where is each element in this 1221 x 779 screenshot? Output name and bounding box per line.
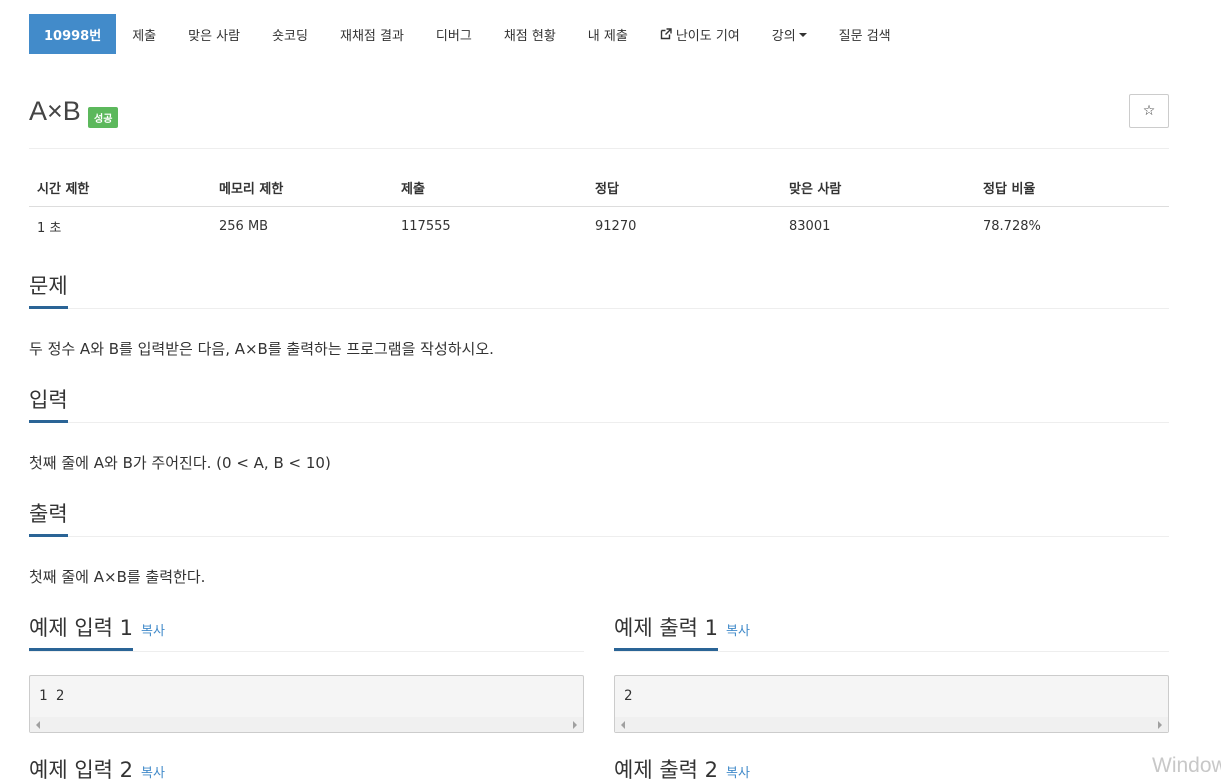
nav-label: 난이도 기여 [675,28,740,44]
sample-output-1-box: 2 [614,675,1169,733]
nav-label: 질문 검색 [838,28,891,44]
scroll-left-icon[interactable] [36,721,40,729]
table-row: 1 초 256 MB 117555 91270 83001 78.728% [29,207,1169,247]
nav-label: 디버그 [435,28,472,44]
section-divider [29,422,1169,423]
section-heading: 예제 입력 2 [29,754,133,779]
input-section: 입력 [29,384,1169,423]
output-section: 출력 [29,498,1169,537]
section-heading: 문제 [29,270,68,309]
header-solved-users: 맞은 사람 [781,172,975,207]
scroll-right-icon[interactable] [1158,721,1162,729]
header-memory-limit: 메모리 제한 [211,172,393,207]
status-badge: 성공 [88,107,119,128]
table-header-row: 시간 제한 메모리 제한 제출 정답 맞은 사람 정답 비율 [29,172,1169,207]
title-divider [29,148,1169,149]
section-divider [614,651,1169,652]
caret-down-icon [798,33,807,37]
submissions-value: 117555 [401,219,451,234]
nav-rejudge-results[interactable]: 재채점 결과 [324,14,420,54]
scroll-left-icon[interactable] [621,721,625,729]
section-heading: 입력 [29,384,68,423]
nav-my-submissions[interactable]: 내 제출 [572,14,644,54]
problem-description-text: 두 정수 A와 B를 입력받은 다음, A×B를 출력하는 프로그램을 작성하시… [29,340,494,358]
page-title: A×B [29,96,81,126]
scroll-right-icon[interactable] [573,721,577,729]
problem-header: A×B 성공 ☆ [29,94,1169,146]
nav-debug[interactable]: 디버그 [420,14,488,54]
horizontal-scrollbar[interactable] [30,717,583,732]
sample-input-1-value: 1 2 [39,688,65,704]
problem-description-section: 문제 [29,270,1169,309]
accept-ratio-value: 78.728% [983,219,1041,234]
nav-problem-number[interactable]: 10998번 [29,14,117,54]
copy-sample-output-1-link[interactable]: 복사 [726,624,750,639]
time-limit-value: 1 초 [37,221,62,236]
nav-label: 숏코딩 [272,28,308,44]
nav-label: 채점 현황 [503,28,556,44]
sample-output-1-value: 2 [624,688,633,704]
nav-label: 맞은 사람 [188,28,241,44]
section-heading: 출력 [29,498,68,537]
nav-label: 제출 [132,28,157,44]
nav-label: 재채점 결과 [339,28,404,44]
problem-info-table: 시간 제한 메모리 제한 제출 정답 맞은 사람 정답 비율 1 초 256 M… [29,172,1169,246]
sample-input-2-header: 예제 입력 2 복사 [29,754,584,779]
input-description-text: 첫째 줄에 A와 B가 주어진다. (0 < A, B < 10) [29,454,331,472]
external-link-icon [660,28,672,40]
windows-activation-watermark: Window [1152,754,1221,777]
nav-label: 내 제출 [587,28,628,44]
copy-sample-output-2-link[interactable]: 복사 [726,766,750,779]
nav-short-coding[interactable]: 숏코딩 [256,14,324,54]
header-accepted: 정답 [587,172,781,207]
nav-lectures-dropdown[interactable]: 강의 [756,14,823,54]
nav-solved-users[interactable]: 맞은 사람 [172,14,256,54]
favorite-star-button[interactable]: ☆ [1129,94,1169,128]
sample-input-1-box: 1 2 [29,675,584,733]
nav-submit[interactable]: 제출 [116,14,172,54]
nav-label: 10998번 [44,28,102,44]
section-divider [29,308,1169,309]
nav-question-search[interactable]: 질문 검색 [823,14,907,54]
section-heading: 예제 출력 1 [614,612,718,651]
sample-output-1-header: 예제 출력 1 복사 [614,612,1169,652]
copy-sample-input-2-link[interactable]: 복사 [141,766,165,779]
nav-status[interactable]: 채점 현황 [488,14,572,54]
nav-label: 강의 [771,28,796,44]
problem-nav: 10998번 제출 맞은 사람 숏코딩 재채점 결과 디버그 채점 현황 내 제… [29,14,907,54]
section-heading: 예제 출력 2 [614,754,718,779]
copy-sample-input-1-link[interactable]: 복사 [141,624,165,639]
sample-input-1-header: 예제 입력 1 복사 [29,612,584,652]
section-divider [29,651,584,652]
header-accept-ratio: 정답 비율 [975,172,1169,207]
horizontal-scrollbar[interactable] [615,717,1168,732]
output-description-text: 첫째 줄에 A×B를 출력한다. [29,568,206,586]
section-divider [29,536,1169,537]
nav-difficulty-contribution[interactable]: 난이도 기여 [644,14,756,54]
header-submissions: 제출 [393,172,587,207]
memory-limit-value: 256 MB [219,219,269,234]
sample-output-2-header: 예제 출력 2 복사 [614,754,1169,779]
section-heading: 예제 입력 1 [29,612,133,651]
accepted-value: 91270 [595,219,637,234]
star-icon: ☆ [1142,103,1156,119]
header-time-limit: 시간 제한 [29,172,211,207]
solved-users-value: 83001 [789,219,831,234]
